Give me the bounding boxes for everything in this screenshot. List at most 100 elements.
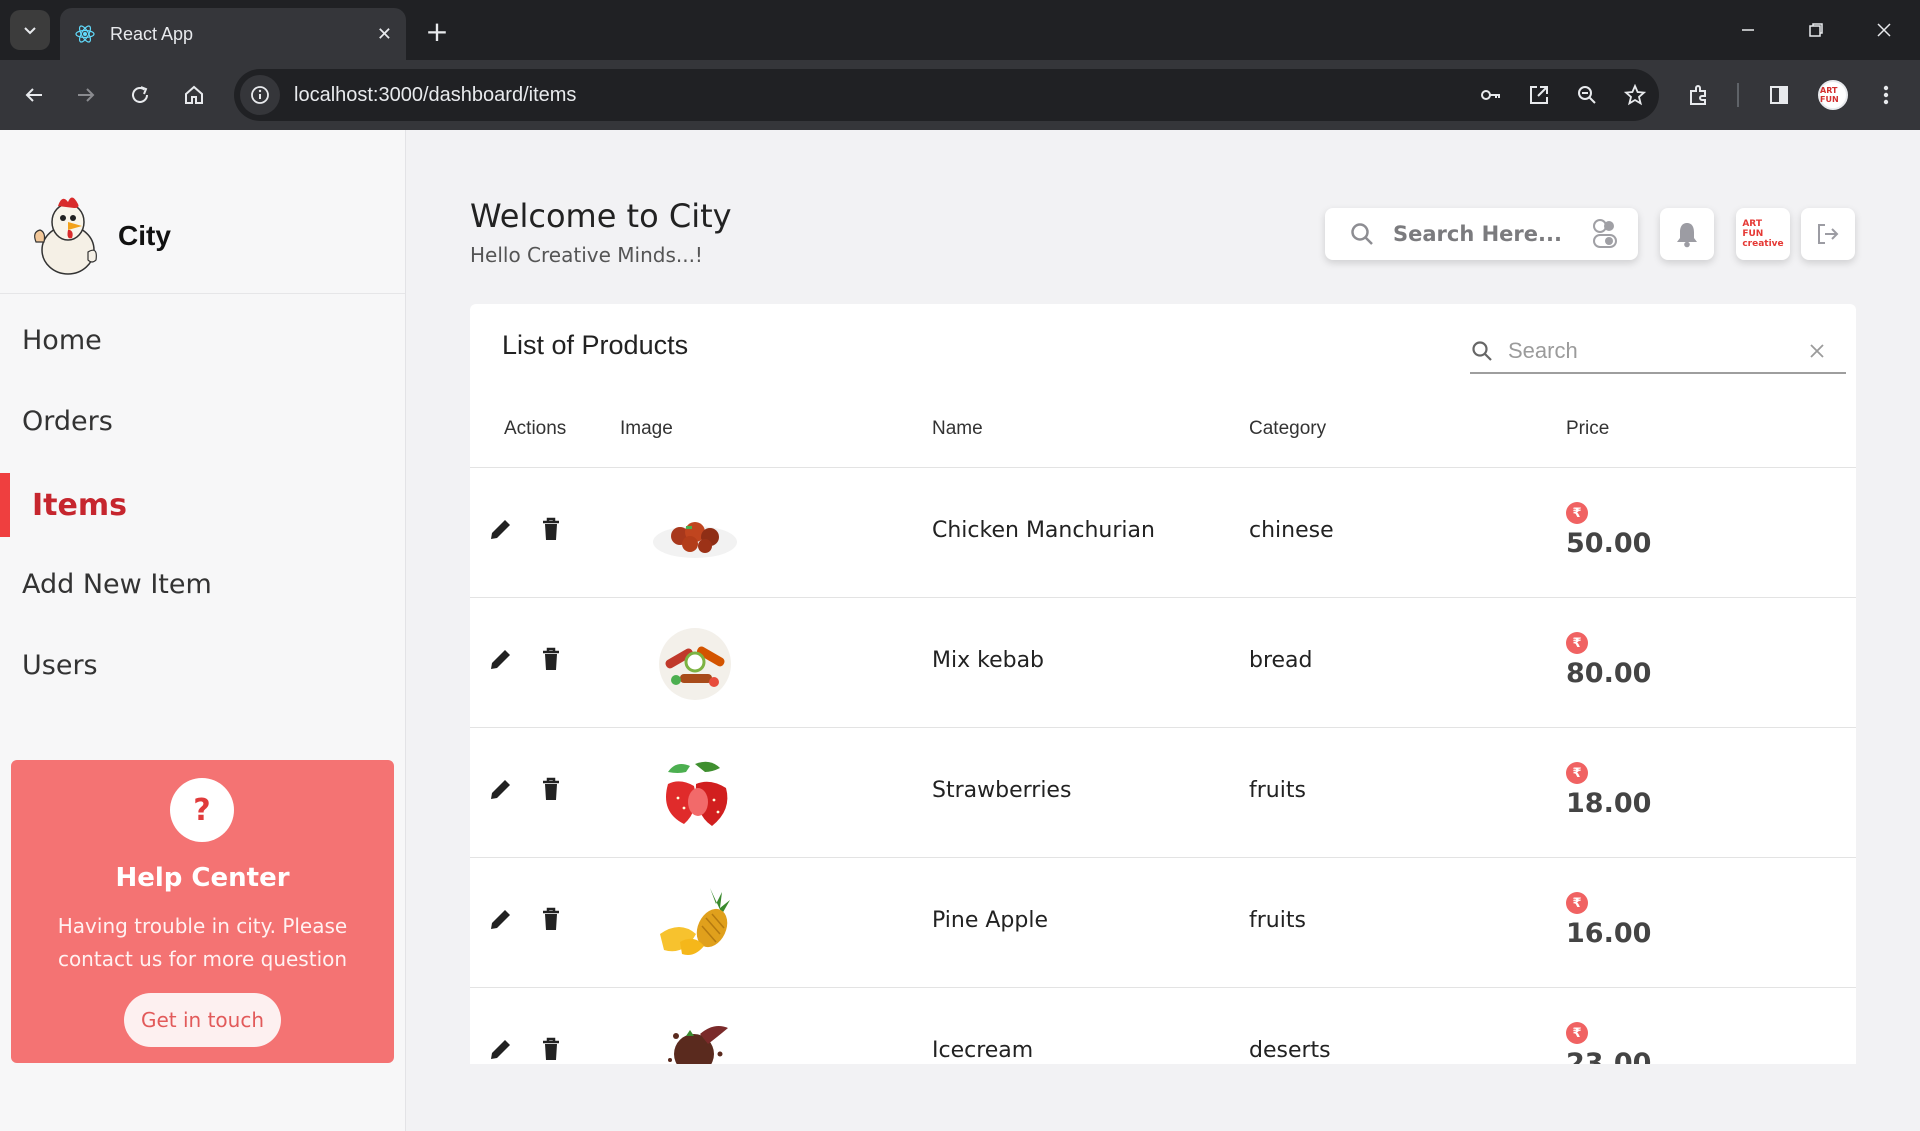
forward-button[interactable] xyxy=(66,75,106,115)
user-avatar-button[interactable]: ART FUN creative xyxy=(1736,208,1790,260)
sidebar: City Home Orders Items Add New Item User… xyxy=(0,130,406,1131)
table-row: Chicken Manchurian chinese ₹ 50.00 xyxy=(470,467,1856,597)
product-name: Strawberries xyxy=(932,778,1072,803)
sidebar-item-orders[interactable]: Orders xyxy=(0,389,405,453)
column-header-actions[interactable]: Actions xyxy=(504,418,566,440)
rupee-icon: ₹ xyxy=(1566,1022,1588,1044)
row-actions xyxy=(488,516,564,542)
arrow-right-icon xyxy=(78,88,95,102)
close-icon xyxy=(1877,23,1891,37)
new-tab-button[interactable]: + xyxy=(420,14,454,48)
home-button[interactable] xyxy=(174,75,214,115)
brand: City xyxy=(0,130,405,294)
sidebar-item-users[interactable]: Users xyxy=(0,633,405,697)
column-header-image[interactable]: Image xyxy=(620,418,673,440)
side-panel-icon xyxy=(1770,86,1788,104)
browser-tab-bar: React App ✕ + xyxy=(0,0,1920,60)
row-actions xyxy=(488,1036,564,1062)
clear-search-icon[interactable] xyxy=(1808,342,1826,360)
chevron-down-icon xyxy=(24,27,36,35)
table-row: Icecream deserts ₹ 23.00 xyxy=(470,987,1856,1064)
rupee-icon: ₹ xyxy=(1566,892,1588,914)
question-mark-icon: ? xyxy=(170,778,234,842)
bell-icon xyxy=(1677,223,1697,248)
key-icon xyxy=(1481,90,1500,100)
notifications-button[interactable] xyxy=(1660,208,1714,260)
edit-icon[interactable] xyxy=(488,776,514,802)
table-search-field[interactable]: Search xyxy=(1470,330,1846,374)
profile-avatar: ART FUN xyxy=(1818,80,1848,110)
header-search-box[interactable]: Search Here... xyxy=(1325,208,1638,260)
profile-button[interactable]: ART FUN xyxy=(1813,75,1853,115)
help-center-title: Help Center xyxy=(115,863,290,893)
trash-icon[interactable] xyxy=(538,1036,564,1062)
toggle-settings-icon[interactable] xyxy=(1590,218,1618,250)
trash-icon[interactable] xyxy=(538,906,564,932)
column-header-name[interactable]: Name xyxy=(932,418,983,440)
table-search-input[interactable]: Search xyxy=(1508,338,1808,364)
open-external-icon xyxy=(1530,86,1548,104)
side-panel-button[interactable] xyxy=(1759,75,1799,115)
edit-icon[interactable] xyxy=(488,1036,514,1062)
search-icon xyxy=(1472,341,1492,361)
product-name: Icecream xyxy=(932,1038,1034,1063)
rupee-icon: ₹ xyxy=(1566,502,1588,524)
close-tab-icon[interactable]: ✕ xyxy=(377,24,392,45)
products-title: List of Products xyxy=(502,330,689,360)
home-icon xyxy=(185,85,203,104)
header-search-label[interactable]: Search Here... xyxy=(1393,222,1590,246)
url-text[interactable]: localhost:3000/dashboard/items xyxy=(294,84,1467,107)
password-key-button[interactable] xyxy=(1467,75,1515,115)
row-actions xyxy=(488,776,564,802)
site-info-button[interactable] xyxy=(240,75,280,115)
trash-icon[interactable] xyxy=(538,516,564,542)
edit-icon[interactable] xyxy=(488,906,514,932)
product-name: Mix kebab xyxy=(932,648,1045,673)
restore-button[interactable] xyxy=(1790,10,1842,50)
product-category: fruits xyxy=(1249,778,1306,803)
sidebar-item-add-new-item[interactable]: Add New Item xyxy=(0,552,405,616)
close-window-button[interactable] xyxy=(1858,10,1910,50)
rooster-logo-icon[interactable] xyxy=(28,192,102,276)
edit-icon[interactable] xyxy=(488,516,514,542)
table-row: Strawberries fruits ₹ 18.00 xyxy=(470,727,1856,857)
open-external-button[interactable] xyxy=(1515,75,1563,115)
minimize-icon xyxy=(1742,29,1754,31)
avatar: ART FUN creative xyxy=(1742,214,1784,254)
trash-icon[interactable] xyxy=(538,646,564,672)
zoom-button[interactable] xyxy=(1563,75,1611,115)
address-bar[interactable]: localhost:3000/dashboard/items xyxy=(234,69,1659,121)
reload-button[interactable] xyxy=(120,75,160,115)
extensions-button[interactable] xyxy=(1679,75,1719,115)
browser-tab[interactable]: React App ✕ xyxy=(60,8,406,60)
tab-search-button[interactable] xyxy=(10,10,50,50)
puzzle-icon xyxy=(1690,85,1706,105)
browser-menu-button[interactable] xyxy=(1866,75,1906,115)
toolbar-divider xyxy=(1737,83,1739,107)
column-header-category[interactable]: Category xyxy=(1249,418,1326,440)
product-category: deserts xyxy=(1249,1038,1331,1063)
get-in-touch-button[interactable]: Get in touch xyxy=(124,993,281,1047)
react-logo-icon xyxy=(75,25,95,43)
browser-toolbar: localhost:3000/dashboard/items ART FUN xyxy=(0,60,1920,130)
search-icon xyxy=(1351,223,1373,245)
logout-button[interactable] xyxy=(1801,208,1855,260)
column-header-price[interactable]: Price xyxy=(1566,418,1609,440)
trash-icon[interactable] xyxy=(538,776,564,802)
restore-icon xyxy=(1809,23,1823,37)
bookmark-button[interactable] xyxy=(1611,75,1659,115)
chicken-manchurian-image xyxy=(653,522,737,558)
back-button[interactable] xyxy=(14,75,54,115)
product-category: fruits xyxy=(1249,908,1306,933)
row-actions xyxy=(488,646,564,672)
arrow-left-icon xyxy=(25,88,42,102)
product-price: 80.00 xyxy=(1566,658,1652,689)
logout-icon xyxy=(1818,224,1839,244)
edit-icon[interactable] xyxy=(488,646,514,672)
minimize-button[interactable] xyxy=(1722,10,1774,50)
sidebar-item-items[interactable]: Items xyxy=(0,473,405,537)
tab-title: React App xyxy=(110,23,194,44)
rupee-icon: ₹ xyxy=(1566,632,1588,654)
sidebar-item-home[interactable]: Home xyxy=(0,308,405,372)
table-row: Pine Apple fruits ₹ 16.00 xyxy=(470,857,1856,987)
